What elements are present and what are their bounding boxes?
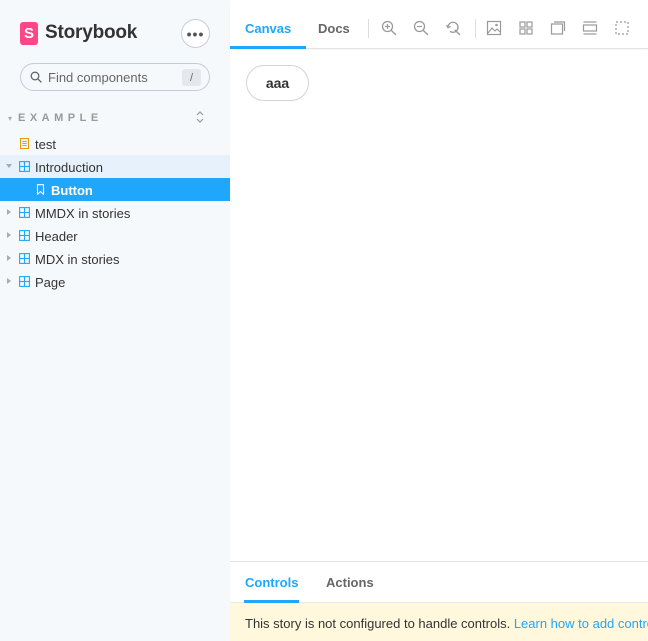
addons-tabbar: Controls Actions [230, 562, 648, 603]
sidebar-menu-button[interactable]: ••• [181, 19, 210, 48]
component-icon [19, 253, 30, 264]
app-name: Storybook [45, 22, 138, 43]
sidebar-item-label: MMDX in stories [35, 206, 131, 221]
background-icon[interactable] [486, 20, 502, 36]
component-icon [19, 276, 30, 287]
zoom-reset-icon[interactable] [445, 20, 461, 36]
tab-actions[interactable]: Actions [326, 562, 374, 602]
addons-panel: Controls Actions This story is not confi… [230, 561, 648, 641]
group-title-label: EXAMPLE [18, 112, 103, 124]
measure-icon[interactable] [582, 20, 598, 36]
component-icon [19, 207, 30, 218]
sidebar-item-button[interactable]: Button [0, 178, 230, 201]
search-shortcut-key: / [182, 69, 201, 86]
learn-controls-link[interactable]: Learn how to add controls » [514, 616, 648, 631]
sidebar-item-mdx-in-stories[interactable]: MDX in stories [0, 247, 230, 270]
sidebar-item-header[interactable]: Header [0, 224, 230, 247]
outline-icon[interactable] [614, 20, 630, 36]
document-icon [19, 138, 30, 149]
chevron-right-icon [7, 209, 11, 215]
sidebar-item-introduction[interactable]: Introduction [0, 155, 230, 178]
chevron-down-icon [6, 164, 12, 168]
sidebar-item-label: Header [35, 229, 78, 244]
grid-icon[interactable] [518, 20, 534, 36]
viewport-icon[interactable] [550, 20, 566, 36]
sidebar-item-label: test [35, 137, 56, 152]
chevron-right-icon [7, 278, 11, 284]
notice-text: This story is not configured to handle c… [245, 616, 514, 631]
sidebar-item-label: Button [51, 183, 93, 198]
bookmark-icon [36, 184, 45, 195]
zoom-in-icon[interactable] [381, 20, 397, 36]
main-panel: Canvas Docs aaa Controls Actions This st… [230, 0, 648, 641]
controls-notice: This story is not configured to handle c… [230, 603, 648, 641]
sidebar: S Storybook ••• / ▾ EXAMPLE test [0, 0, 230, 641]
story-canvas: aaa [230, 50, 648, 561]
sidebar-item-page[interactable]: Page [0, 270, 230, 293]
chevron-right-icon [7, 255, 11, 261]
toolbar-divider [475, 19, 476, 38]
story-button[interactable]: aaa [246, 65, 309, 101]
component-icon [19, 230, 30, 241]
chevron-right-icon [7, 232, 11, 238]
sidebar-item-test[interactable]: test [0, 132, 230, 155]
chevron-down-icon: ▾ [8, 113, 13, 123]
search-input[interactable] [48, 69, 168, 85]
zoom-out-icon[interactable] [413, 20, 429, 36]
tab-controls[interactable]: Controls [243, 562, 300, 603]
tab-docs[interactable]: Docs [303, 8, 365, 48]
expand-collapse-icon[interactable] [195, 110, 205, 124]
sidebar-group-title[interactable]: ▾ EXAMPLE [8, 112, 103, 124]
preview-toolbar: Canvas Docs [230, 8, 648, 49]
tab-canvas[interactable]: Canvas [230, 8, 307, 49]
component-icon [19, 161, 30, 172]
search-box[interactable]: / [20, 63, 210, 91]
brand[interactable]: S Storybook [20, 21, 137, 45]
sidebar-item-label: Introduction [35, 160, 103, 175]
search-icon [30, 71, 42, 83]
toolbar-divider [368, 19, 369, 38]
sidebar-item-label: MDX in stories [35, 252, 120, 267]
sidebar-item-label: Page [35, 275, 66, 290]
sidebar-tree: test Introduction Button MMDX in stories… [0, 132, 230, 293]
sidebar-item-mmdx-in-stories[interactable]: MMDX in stories [0, 201, 230, 224]
storybook-logo-icon: S [20, 21, 38, 45]
